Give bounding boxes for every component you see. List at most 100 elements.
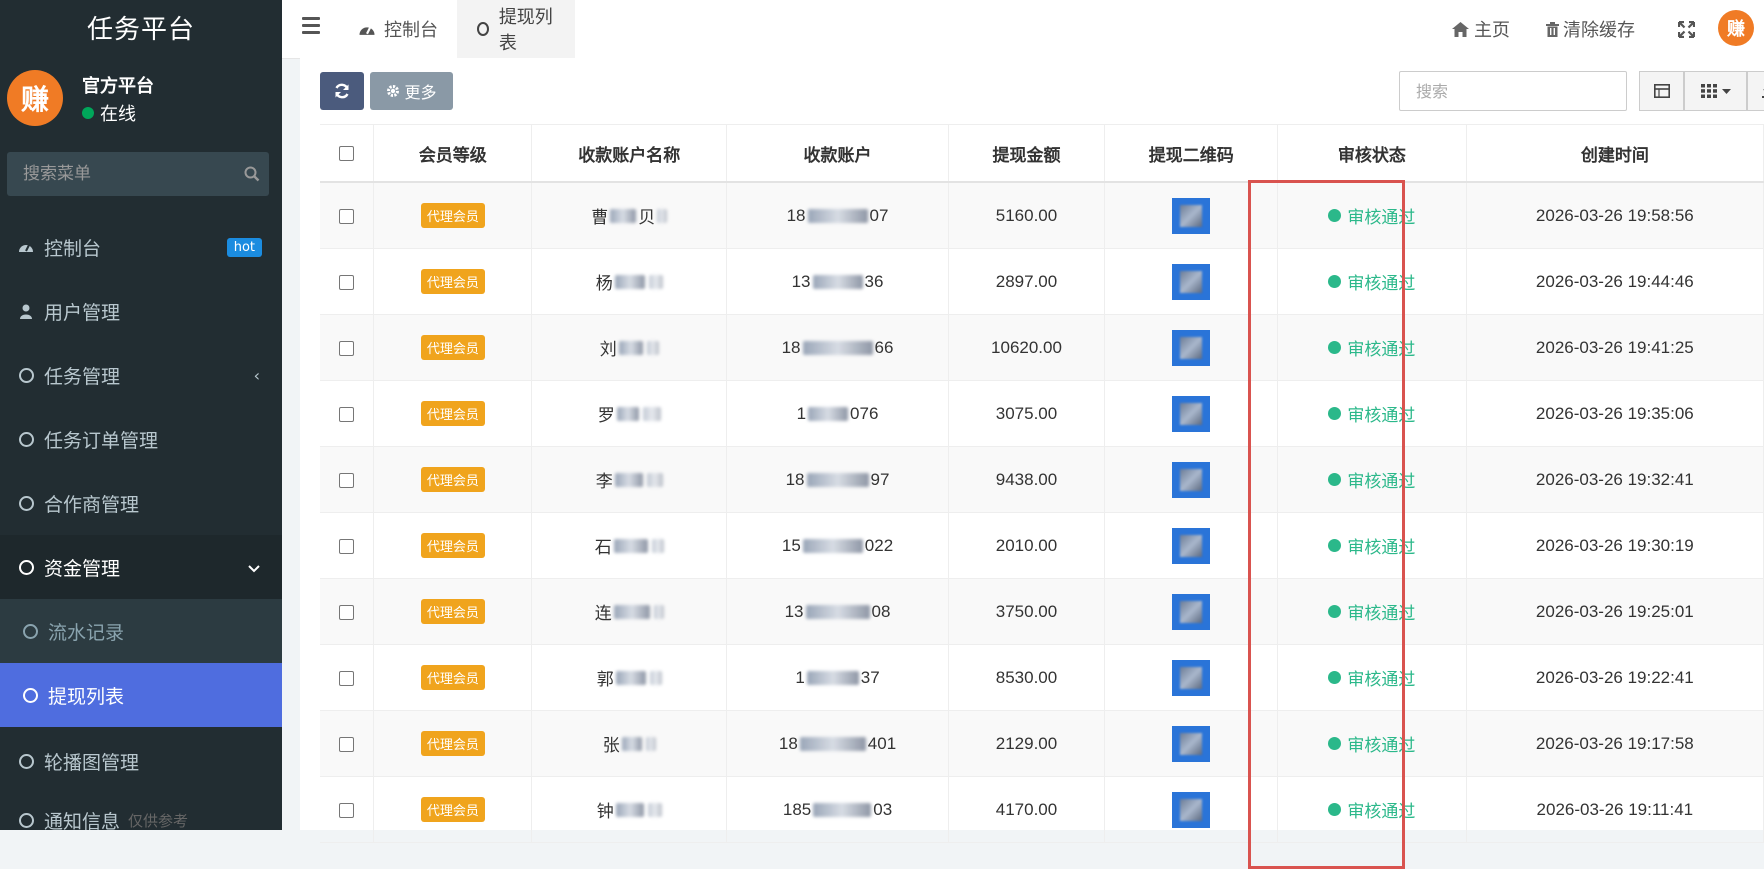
- refresh-button[interactable]: [320, 72, 364, 110]
- created-time-cell: 2026-03-26 19:17:58: [1466, 711, 1763, 777]
- redacted-text: [806, 605, 870, 619]
- row-checkbox[interactable]: [339, 803, 354, 818]
- qr-code-thumbnail[interactable]: [1172, 264, 1210, 300]
- account-suffix: 03: [873, 800, 892, 820]
- level-badge: 代理会员: [421, 335, 485, 360]
- online-dot-icon: [82, 107, 94, 119]
- account-suffix: 36: [865, 272, 884, 292]
- sidebar-item-finance[interactable]: 资金管理: [0, 535, 282, 599]
- level-badge: 代理会员: [421, 665, 485, 690]
- qr-code-thumbnail[interactable]: [1172, 594, 1210, 630]
- table-row: 代理会员杨13362897.00审核通过2026-03-26 19:44:46: [320, 249, 1764, 315]
- more-button[interactable]: 更多: [370, 72, 453, 110]
- status-badge: 审核通过: [1328, 401, 1415, 426]
- tab-withdrawals[interactable]: 提现列表: [457, 0, 575, 58]
- row-checkbox[interactable]: [339, 605, 354, 620]
- sidebar-item-partners[interactable]: 合作商管理: [0, 471, 282, 535]
- column-header[interactable]: 提现二维码: [1105, 125, 1278, 183]
- account-cell: 1076: [727, 381, 948, 447]
- sidebar-item-dashboard[interactable]: 控制台 hot: [0, 215, 282, 279]
- qr-code-thumbnail[interactable]: [1172, 198, 1210, 234]
- sidebar-item-notices[interactable]: 通知信息 仅供参考: [0, 795, 282, 830]
- qr-code-thumbnail[interactable]: [1172, 792, 1210, 828]
- account-name-visible: 李: [596, 467, 613, 492]
- sidebar-item-users[interactable]: 用户管理: [0, 279, 282, 343]
- menu-toggle-icon[interactable]: [302, 17, 320, 38]
- redacted-text: [807, 671, 859, 685]
- toggle-view-button[interactable]: [1639, 71, 1684, 111]
- status-label: 审核通过: [1347, 203, 1415, 228]
- sidebar-item-label: 任务管理: [44, 362, 120, 389]
- account-prefix: 18: [779, 734, 798, 754]
- status-badge: 审核通过: [1328, 467, 1415, 492]
- level-badge: 代理会员: [421, 401, 485, 426]
- sidebar-item-transactions[interactable]: 流水记录: [0, 599, 282, 663]
- row-checkbox[interactable]: [339, 209, 354, 224]
- created-time-cell: 2026-03-26 19:30:19: [1466, 513, 1763, 579]
- search-icon[interactable]: [244, 166, 260, 182]
- sidebar: 任务平台 赚 官方平台 在线 控制台 hot 用户管理 任: [0, 0, 282, 830]
- row-checkbox[interactable]: [339, 407, 354, 422]
- qr-cell: [1105, 513, 1278, 579]
- created-time-cell: 2026-03-26 19:44:46: [1466, 249, 1763, 315]
- row-checkbox[interactable]: [339, 671, 354, 686]
- row-checkbox[interactable]: [339, 737, 354, 752]
- sidebar-search-input[interactable]: [7, 163, 244, 185]
- row-select-cell: [320, 513, 374, 579]
- column-header[interactable]: 会员等级: [374, 125, 532, 183]
- columns-button[interactable]: [1684, 71, 1747, 111]
- status-dot-icon: [1328, 341, 1341, 354]
- redacted-text: [648, 803, 662, 817]
- column-header[interactable]: 收款账户: [727, 125, 948, 183]
- redacted-text: [615, 275, 645, 289]
- export-button[interactable]: [1747, 71, 1764, 111]
- column-header[interactable]: 审核状态: [1278, 125, 1467, 183]
- clear-cache-link[interactable]: 清除缓存: [1546, 0, 1635, 58]
- account-name-cell: 杨: [532, 249, 727, 315]
- fullscreen-icon[interactable]: [1678, 0, 1695, 58]
- qr-code-thumbnail[interactable]: [1172, 660, 1210, 696]
- qr-code-thumbnail[interactable]: [1172, 462, 1210, 498]
- row-checkbox[interactable]: [339, 275, 354, 290]
- account-prefix: 185: [783, 800, 811, 820]
- table-search-input[interactable]: [1414, 81, 1626, 102]
- more-label: 更多: [404, 79, 436, 103]
- sidebar-item-withdrawals[interactable]: 提现列表: [0, 663, 282, 727]
- sidebar-item-tasks[interactable]: 任务管理 ‹: [0, 343, 282, 407]
- grid-icon: [1701, 84, 1717, 98]
- sidebar-item-carousel[interactable]: 轮播图管理: [0, 727, 282, 795]
- row-select-cell: [320, 315, 374, 381]
- column-header[interactable]: 提现金额: [948, 125, 1105, 183]
- redacted-text: [615, 473, 643, 487]
- row-checkbox[interactable]: [339, 341, 354, 356]
- tab-label: 控制台: [384, 16, 438, 42]
- table-row: 代理会员连13083750.00审核通过2026-03-26 19:25:01: [320, 579, 1764, 645]
- status-label: 审核通过: [1347, 797, 1415, 822]
- amount-cell: 4170.00: [948, 777, 1105, 843]
- qr-code-thumbnail[interactable]: [1172, 396, 1210, 432]
- redacted-text: [652, 539, 664, 553]
- status-badge: 审核通过: [1328, 599, 1415, 624]
- select-all-checkbox[interactable]: [339, 146, 354, 161]
- sidebar-item-label: 通知信息: [44, 807, 120, 831]
- column-header[interactable]: 收款账户名称: [532, 125, 727, 183]
- home-link[interactable]: 主页: [1452, 0, 1510, 58]
- navbar-avatar[interactable]: 赚: [1718, 10, 1754, 46]
- column-header[interactable]: 创建时间: [1466, 125, 1763, 183]
- sidebar-item-task-orders[interactable]: 任务订单管理: [0, 407, 282, 471]
- account-suffix: 97: [871, 470, 890, 490]
- dashboard-icon: [358, 22, 376, 37]
- redacted-text: [657, 209, 667, 223]
- row-checkbox[interactable]: [339, 473, 354, 488]
- qr-code-thumbnail[interactable]: [1172, 726, 1210, 762]
- account-cell: 1336: [727, 249, 948, 315]
- tab-dashboard[interactable]: 控制台: [338, 0, 458, 58]
- hot-badge: hot: [227, 238, 262, 257]
- brand-title[interactable]: 任务平台: [0, 0, 282, 54]
- chevron-left-icon: ‹: [254, 366, 260, 385]
- withdrawal-table: 会员等级 收款账户名称 收款账户 提现金额 提现二维码 审核状态 创建时间 代理…: [320, 124, 1764, 843]
- qr-code-thumbnail[interactable]: [1172, 528, 1210, 564]
- table-row: 代理会员石150222010.00审核通过2026-03-26 19:30:19: [320, 513, 1764, 579]
- row-checkbox[interactable]: [339, 539, 354, 554]
- qr-code-thumbnail[interactable]: [1172, 330, 1210, 366]
